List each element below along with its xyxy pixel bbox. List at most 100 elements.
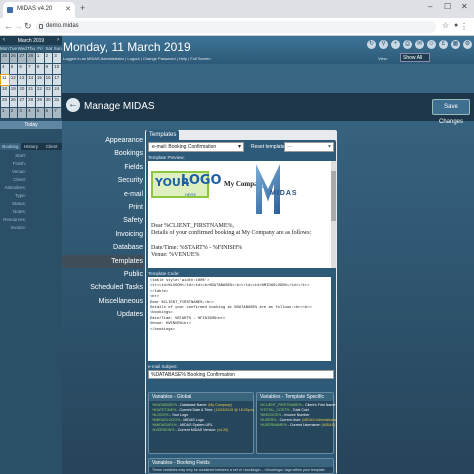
save-changes-button[interactable]: Save Changes xyxy=(432,99,470,125)
add-icon[interactable]: + xyxy=(391,40,400,49)
calendar-day[interactable]: 5 xyxy=(9,64,18,74)
settings-icon[interactable]: ⚙ xyxy=(463,40,472,49)
calendar-day[interactable]: 27 xyxy=(18,97,27,107)
url-input[interactable]: demo.midas xyxy=(36,21,436,33)
calendar-day[interactable]: 26 xyxy=(9,53,18,63)
browser-menu-icon[interactable]: ⋮ xyxy=(460,22,468,31)
variable-key[interactable]: %INVOICE% xyxy=(260,413,281,417)
category-updates[interactable]: Updates xyxy=(62,308,144,321)
calendar-day[interactable]: 2 xyxy=(9,108,18,118)
calendar-day[interactable]: 14 xyxy=(27,75,35,85)
sidebar-tab-history[interactable]: History xyxy=(21,143,42,150)
tab-templates[interactable]: Templates xyxy=(146,130,180,140)
back-arrow-icon[interactable]: ← xyxy=(4,21,13,31)
calendar-day[interactable]: 16 xyxy=(44,75,53,85)
calendar-day[interactable]: 10 xyxy=(53,64,61,74)
variable-key[interactable]: %TOTAL_COST% xyxy=(260,408,290,412)
variable-key[interactable]: %DATABASE% xyxy=(152,403,177,407)
sidebar-tab-client[interactable]: Client xyxy=(41,143,62,150)
calendar-day[interactable]: 13 xyxy=(18,75,27,85)
variable-key[interactable]: %MIDASLOGO% xyxy=(152,418,180,422)
variable-key[interactable]: %LOGO% xyxy=(152,413,169,417)
clients-icon[interactable]: ☺ xyxy=(427,40,436,49)
print-icon[interactable]: ⎙ xyxy=(403,40,412,49)
calendar-day[interactable]: 27 xyxy=(18,53,27,63)
variable-key[interactable]: %USERNAME% xyxy=(260,423,287,427)
variable-key[interactable]: %DATETIME% xyxy=(152,408,176,412)
variable-key[interactable]: %VERSION% xyxy=(152,428,175,432)
email-template-select[interactable]: e-mail: Booking Confirmation xyxy=(148,142,244,152)
calendar-day[interactable]: 15 xyxy=(35,75,44,85)
calendar-day[interactable]: 26 xyxy=(9,97,18,107)
category-miscellaneous[interactable]: Miscellaneous xyxy=(62,295,144,308)
refresh-icon[interactable]: ↻ xyxy=(367,40,376,49)
new-tab-icon[interactable]: + xyxy=(80,3,85,13)
calendar-day[interactable]: 1 xyxy=(35,53,44,63)
category-security[interactable]: Security xyxy=(62,174,144,187)
category-print[interactable]: Print xyxy=(62,201,144,214)
view-select[interactable]: Show All xyxy=(400,53,430,62)
calendar-day[interactable]: 25 xyxy=(1,97,9,107)
variable-key[interactable]: %CLIENT_FIRSTNAME% xyxy=(260,403,302,407)
category-invoicing[interactable]: Invoicing xyxy=(62,228,144,241)
maximize-icon[interactable]: ☐ xyxy=(444,2,451,11)
today-button[interactable]: Today xyxy=(0,121,62,129)
calendar-day[interactable]: 8 xyxy=(35,64,44,74)
calendar-day[interactable]: 21 xyxy=(27,86,35,96)
calendar-day[interactable]: 17 xyxy=(53,75,61,85)
minimize-icon[interactable]: – xyxy=(428,2,432,11)
category-appearance[interactable]: Appearance xyxy=(62,134,144,147)
category-database[interactable]: Database xyxy=(62,241,144,254)
calendar-day[interactable]: 6 xyxy=(44,108,53,118)
category-safety[interactable]: Safety xyxy=(62,214,144,227)
calendar-day[interactable]: 12 xyxy=(9,75,18,85)
category-public[interactable]: Public xyxy=(62,268,144,281)
calendar-day[interactable]: 30 xyxy=(44,97,53,107)
calendar-day[interactable]: 4 xyxy=(1,64,9,74)
calendar-day[interactable]: 25 xyxy=(1,53,9,63)
variable-key[interactable]: %MIDASURL% xyxy=(152,423,177,427)
calendar-day[interactable]: 4 xyxy=(27,108,35,118)
calendar-day[interactable]: 7 xyxy=(27,64,35,74)
close-tab-icon[interactable]: ✕ xyxy=(65,5,71,13)
calendar-day[interactable]: 29 xyxy=(35,97,44,107)
sidebar-tab-booking[interactable]: Booking xyxy=(0,143,21,150)
reload-icon[interactable]: ↻ xyxy=(24,21,32,32)
category-scheduled-tasks[interactable]: Scheduled Tasks xyxy=(62,281,144,294)
invoice-icon[interactable]: £ xyxy=(439,40,448,49)
email-subject-input[interactable]: %DATABASE% Booking Confirmation xyxy=(148,370,334,379)
calendar-icon[interactable]: ▦ xyxy=(451,40,460,49)
template-code-editor[interactable]: <table style='width:100%'> <tr><td>%LOGO… xyxy=(148,277,331,361)
variable-key[interactable]: %USER% xyxy=(260,418,276,422)
calendar-day[interactable]: 6 xyxy=(18,64,27,74)
prev-month-icon[interactable]: ‹ xyxy=(3,37,5,43)
calendar-day[interactable]: 2 xyxy=(44,53,53,63)
profile-icon[interactable]: ● xyxy=(454,22,458,29)
window-close-icon[interactable]: ✕ xyxy=(461,2,468,11)
calendar-day[interactable]: 7 xyxy=(53,108,61,118)
search-icon[interactable]: ⚲ xyxy=(379,40,388,49)
calendar-day[interactable]: 3 xyxy=(18,108,27,118)
browser-tab[interactable]: MIDAS v4.20 ✕ xyxy=(3,2,75,18)
calendar-day[interactable]: 1 xyxy=(1,108,9,118)
next-month-icon[interactable]: › xyxy=(57,37,59,43)
calendar-day[interactable]: 22 xyxy=(35,86,44,96)
calendar-day[interactable]: 20 xyxy=(18,86,27,96)
calendar-day[interactable]: 28 xyxy=(27,53,35,63)
calendar-day[interactable]: 18 xyxy=(1,86,9,96)
calendar-day[interactable]: 3 xyxy=(53,53,61,63)
calendar-day[interactable]: 5 xyxy=(35,108,44,118)
calendar-day[interactable]: 9 xyxy=(44,64,53,74)
star-icon[interactable]: ☆ xyxy=(442,21,449,30)
back-button[interactable]: ← xyxy=(66,98,80,112)
calendar-day[interactable]: 23 xyxy=(44,86,53,96)
category-templates[interactable]: Templates xyxy=(62,254,144,268)
calendar-day[interactable]: 19 xyxy=(9,86,18,96)
reset-template-select[interactable]: --- xyxy=(284,142,334,152)
calendar-day[interactable]: 24 xyxy=(53,86,61,96)
user-links[interactable]: Logged in as MIDAS Administrator | Logou… xyxy=(63,56,211,61)
category-bookings[interactable]: Bookings xyxy=(62,147,144,160)
category-e-mail[interactable]: e-mail xyxy=(62,188,144,201)
calendar-day[interactable]: 31 xyxy=(53,97,61,107)
calendar-day[interactable]: 28 xyxy=(27,97,35,107)
